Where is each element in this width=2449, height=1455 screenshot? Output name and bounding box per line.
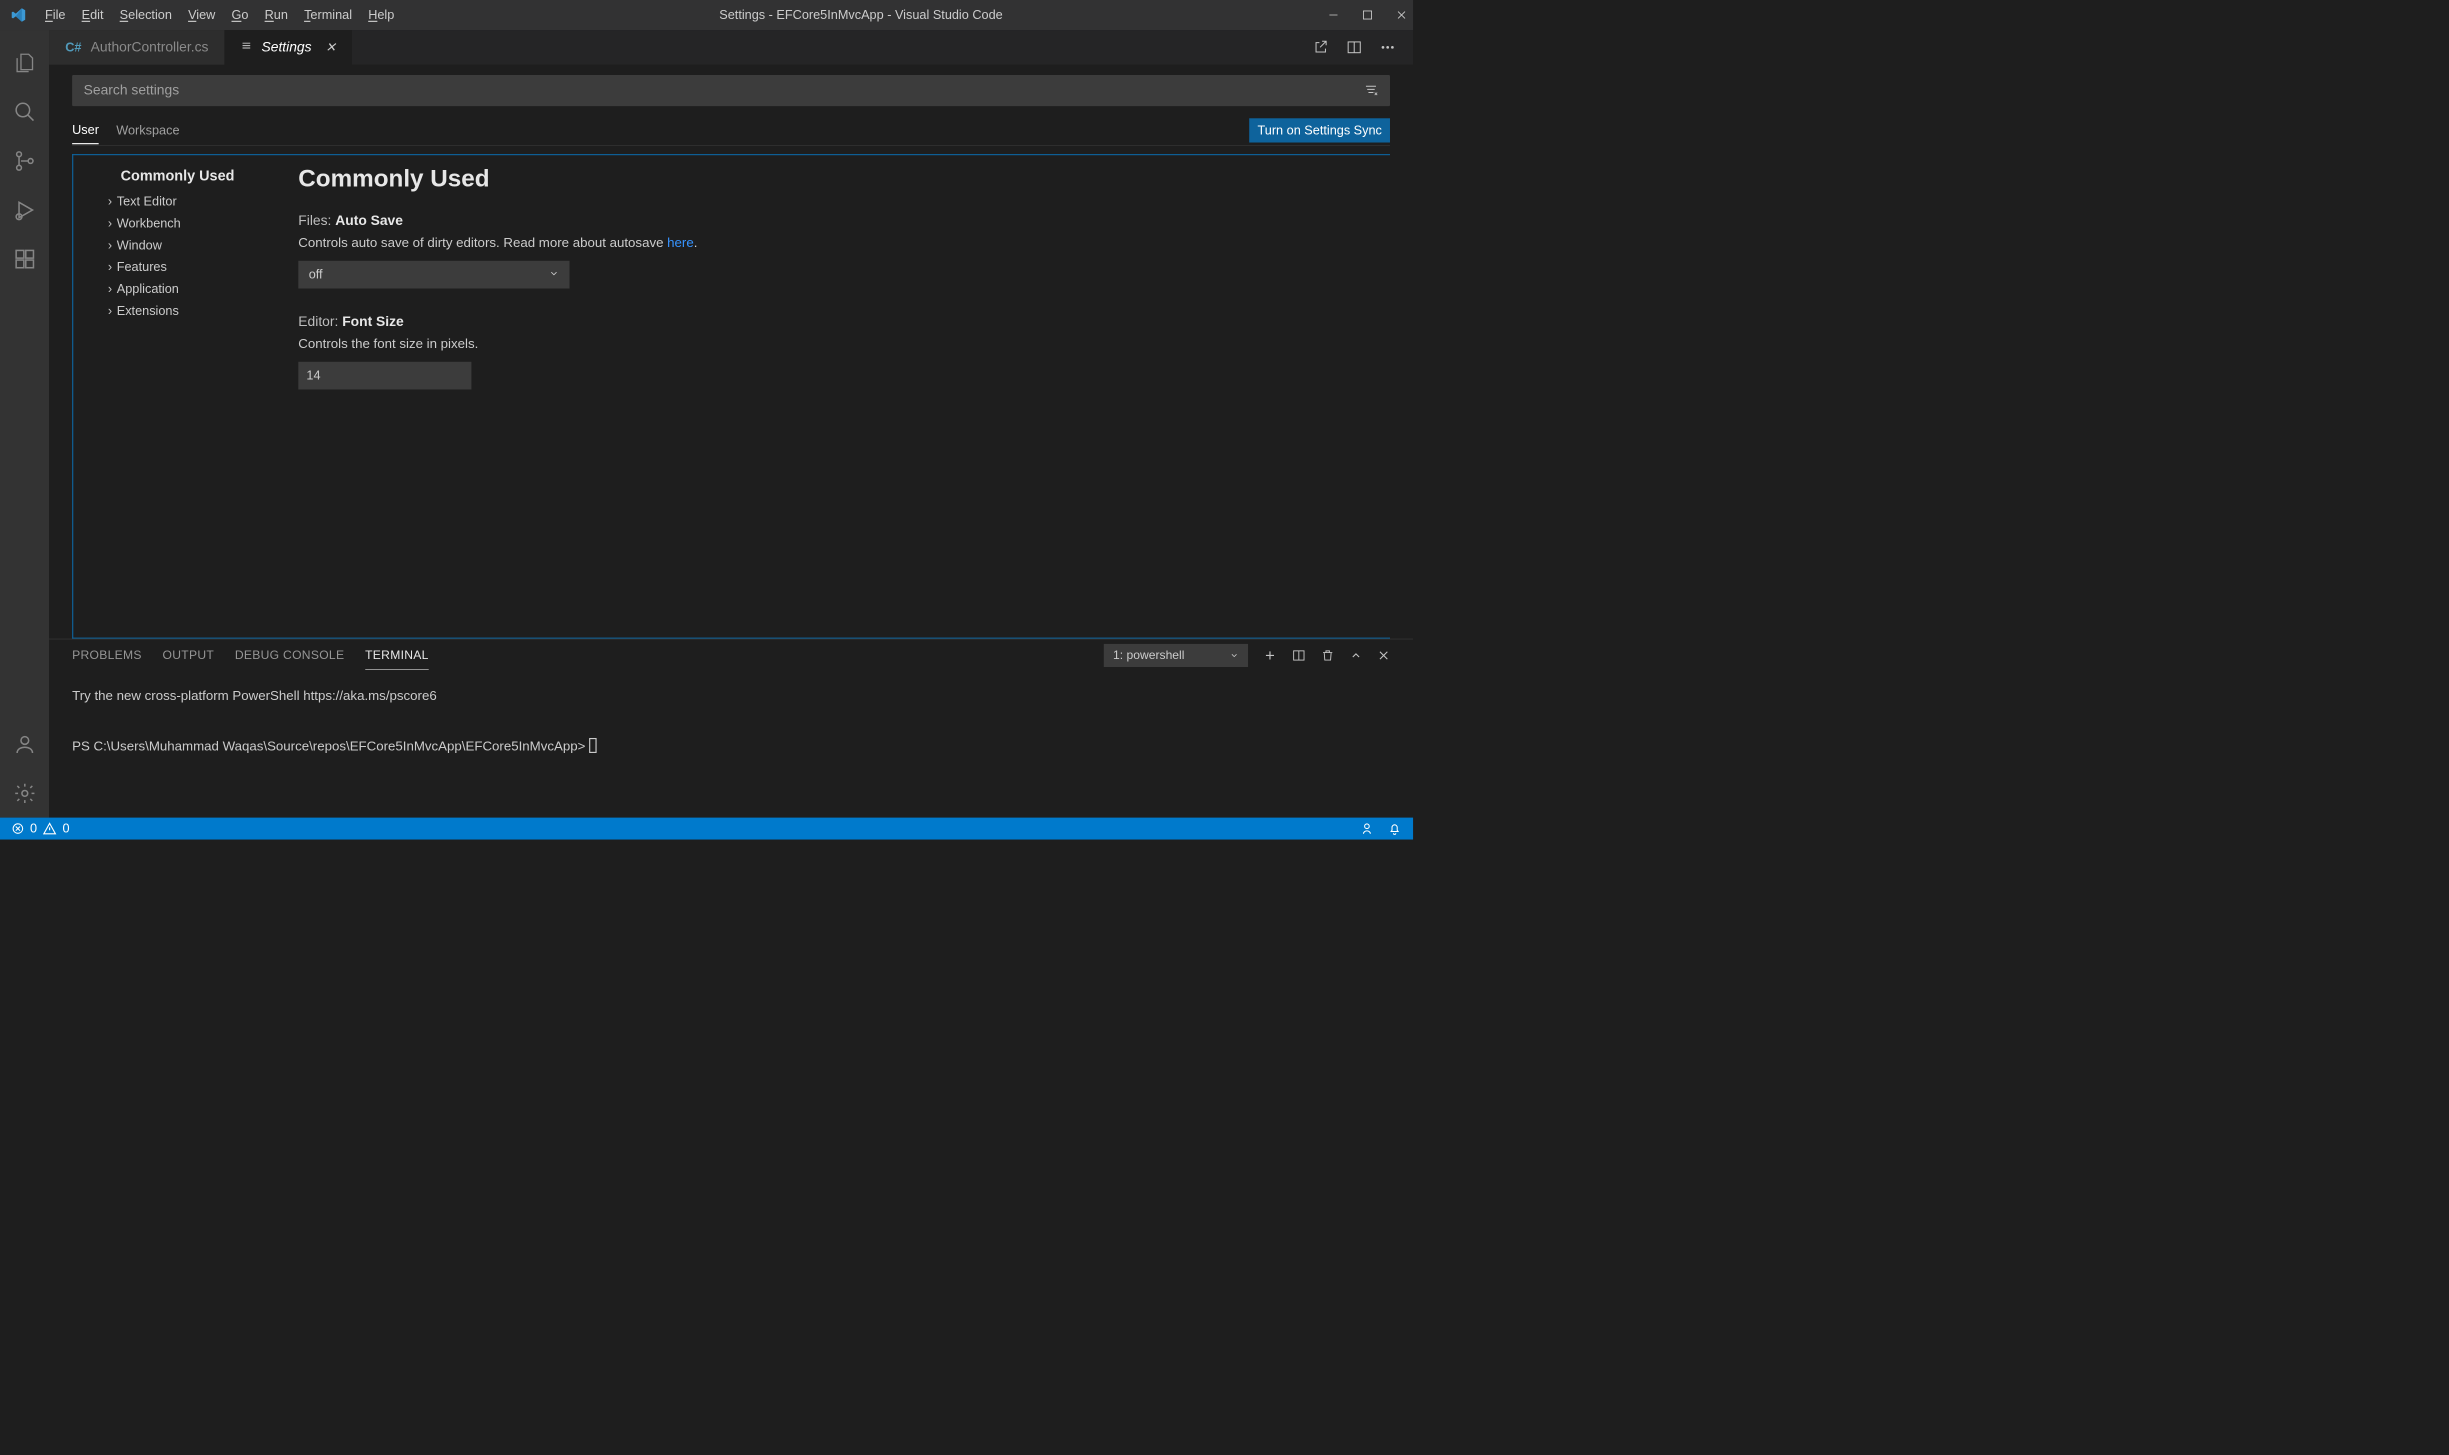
menu-help[interactable]: Help (368, 8, 394, 23)
toc-application[interactable]: ›Application (108, 278, 293, 300)
menu-run[interactable]: Run (265, 8, 288, 23)
panel-tab-problems[interactable]: PROBLEMS (72, 642, 142, 670)
toc-window[interactable]: ›Window (108, 234, 293, 256)
csharp-file-icon: C# (65, 40, 81, 55)
vscode-logo-icon (10, 7, 26, 23)
menu-view[interactable]: View (188, 8, 215, 23)
menu-bar: File Edit Selection View Go Run Terminal… (45, 8, 394, 23)
menu-edit[interactable]: Edit (82, 8, 104, 23)
panel-tab-terminal[interactable]: TERMINAL (365, 641, 429, 669)
warning-icon (43, 822, 57, 836)
chevron-up-icon[interactable] (1350, 649, 1363, 662)
settings-search-input[interactable] (84, 83, 1364, 99)
settings-toc: Commonly Used ›Text Editor ›Workbench ›W… (73, 155, 292, 637)
settings-section-heading: Commonly Used (298, 164, 1372, 192)
settings-search-row (72, 75, 1390, 106)
close-tab-icon[interactable]: ✕ (325, 40, 336, 55)
auto-save-select[interactable]: off (298, 261, 569, 289)
tab-label: AuthorController.cs (91, 39, 209, 55)
autosave-link[interactable]: here (667, 235, 694, 250)
scope-user-tab[interactable]: User (72, 117, 99, 145)
chevron-right-icon: › (108, 282, 112, 297)
setting-description: Controls auto save of dirty editors. Rea… (298, 235, 1372, 251)
toc-extensions[interactable]: ›Extensions (108, 300, 293, 322)
panel-tabs: PROBLEMS OUTPUT DEBUG CONSOLE TERMINAL 1… (72, 639, 1390, 671)
title-bar: File Edit Selection View Go Run Terminal… (0, 0, 1413, 30)
panel-tab-output[interactable]: OUTPUT (163, 642, 215, 670)
chevron-down-icon (1230, 651, 1239, 660)
split-editor-icon[interactable] (1346, 39, 1362, 55)
new-terminal-icon[interactable] (1263, 649, 1277, 663)
status-problems[interactable]: 0 0 (12, 821, 70, 836)
setting-label: Files: Auto Save (298, 213, 1372, 229)
chevron-right-icon: › (108, 304, 112, 319)
status-bar: 0 0 (0, 818, 1413, 840)
scope-workspace-tab[interactable]: Workspace (116, 117, 179, 144)
chevron-right-icon: › (108, 238, 112, 253)
setting-font-size: Editor: Font Size Controls the font size… (298, 314, 1372, 390)
maximize-icon[interactable] (1362, 10, 1372, 20)
bell-icon[interactable] (1388, 822, 1402, 836)
toc-features[interactable]: ›Features (108, 256, 293, 278)
setting-description: Controls the font size in pixels. (298, 336, 1372, 352)
close-icon[interactable] (1396, 9, 1408, 21)
filter-icon[interactable] (1363, 82, 1378, 100)
activity-bar (0, 30, 49, 818)
window-controls (1328, 9, 1408, 21)
chevron-right-icon: › (108, 216, 112, 231)
settings-scope-row: User Workspace Turn on Settings Sync (72, 117, 1390, 146)
open-settings-json-icon[interactable] (1313, 39, 1329, 55)
chevron-down-icon (549, 267, 559, 282)
terminal-selector[interactable]: 1: powershell (1104, 644, 1248, 667)
bottom-panel: PROBLEMS OUTPUT DEBUG CONSOLE TERMINAL 1… (49, 639, 1413, 818)
error-icon (12, 822, 25, 835)
chevron-right-icon: › (108, 194, 112, 209)
more-actions-icon[interactable] (1380, 39, 1396, 55)
menu-selection[interactable]: Selection (120, 8, 172, 23)
settings-tab-icon (241, 39, 253, 55)
activity-search[interactable] (0, 87, 49, 136)
panel-tab-debug-console[interactable]: DEBUG CONSOLE (235, 642, 344, 670)
activity-extensions[interactable] (0, 234, 49, 283)
cursor (589, 738, 597, 753)
menu-terminal[interactable]: Terminal (304, 8, 352, 23)
settings-sync-button[interactable]: Turn on Settings Sync (1249, 118, 1390, 142)
toc-heading[interactable]: Commonly Used (121, 168, 293, 185)
minimize-icon[interactable] (1328, 9, 1340, 21)
tab-settings[interactable]: Settings ✕ (225, 30, 353, 65)
toc-text-editor[interactable]: ›Text Editor (108, 190, 293, 212)
menu-go[interactable]: Go (232, 8, 249, 23)
setting-label: Editor: Font Size (298, 314, 1372, 330)
setting-auto-save: Files: Auto Save Controls auto save of d… (298, 213, 1372, 289)
terminal-body[interactable]: Try the new cross-platform PowerShell ht… (72, 672, 1390, 760)
close-panel-icon[interactable] (1377, 649, 1390, 662)
feedback-icon[interactable] (1360, 822, 1374, 836)
kill-terminal-icon[interactable] (1321, 649, 1335, 663)
select-value: off (309, 267, 323, 282)
activity-settings-gear[interactable] (0, 769, 49, 818)
toc-workbench[interactable]: ›Workbench (108, 212, 293, 234)
editor-actions (1313, 30, 1413, 65)
font-size-input[interactable] (298, 362, 471, 390)
editor-tabs: C# AuthorController.cs Settings ✕ (49, 30, 1413, 65)
settings-content: Commonly Used Files: Auto Save Controls … (293, 155, 1390, 637)
tab-label: Settings (262, 39, 312, 55)
activity-run-debug[interactable] (0, 185, 49, 234)
window-title: Settings - EFCore5InMvcApp - Visual Stud… (394, 8, 1327, 23)
menu-file[interactable]: File (45, 8, 65, 23)
tab-author-controller[interactable]: C# AuthorController.cs (49, 30, 225, 65)
activity-accounts[interactable] (0, 720, 49, 769)
chevron-right-icon: › (108, 260, 112, 275)
split-terminal-icon[interactable] (1292, 649, 1306, 663)
activity-source-control[interactable] (0, 136, 49, 185)
activity-explorer[interactable] (0, 38, 49, 87)
settings-editor: User Workspace Turn on Settings Sync Com… (49, 65, 1413, 639)
